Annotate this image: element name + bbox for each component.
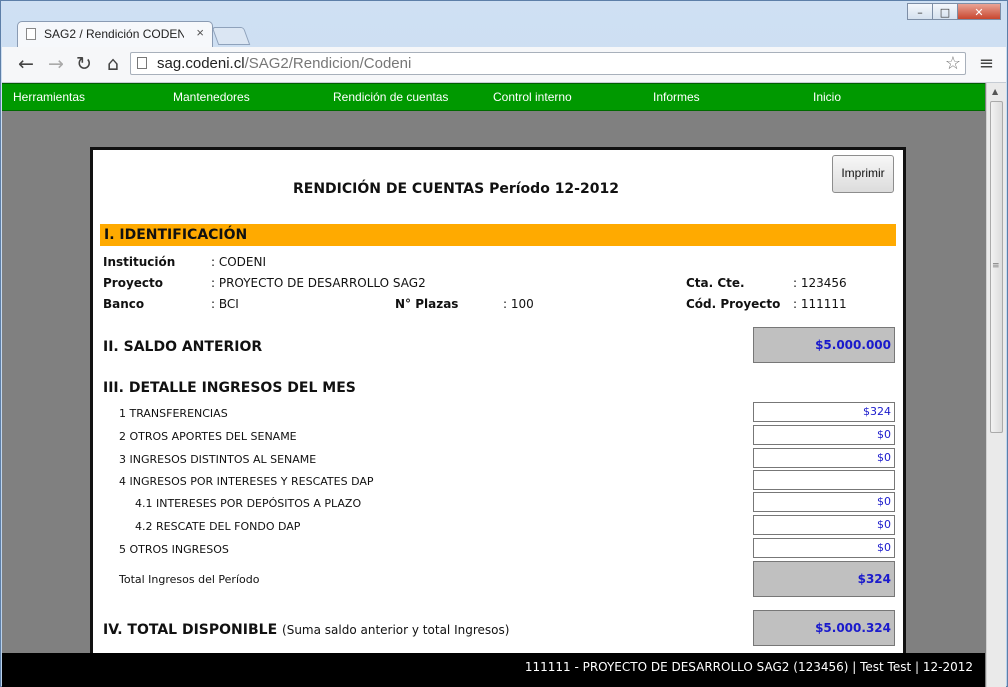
total-disponible-title: IV. TOTAL DISPONIBLE bbox=[103, 622, 278, 638]
section-identificacion-title: I. IDENTIFICACIÓN bbox=[100, 224, 896, 246]
ingreso-row-value[interactable]: $0 bbox=[753, 538, 895, 558]
report-title: RENDICIÓN DE CUENTAS Período 12-2012 bbox=[293, 181, 619, 197]
browser-toolbar: ← → ↻ ⌂ sag.codeni.cl/SAG2/Rendicion/Cod… bbox=[2, 47, 1006, 83]
cta-value: : 123456 bbox=[793, 276, 847, 290]
url-host: sag.codeni.cl bbox=[157, 55, 245, 72]
total-disponible-value: $5.000.324 bbox=[753, 610, 895, 646]
nav-item-inicio[interactable]: Inicio bbox=[813, 90, 841, 104]
nav-item-herramientas[interactable]: Herramientas bbox=[13, 90, 85, 104]
saldo-anterior-value: $5.000.000 bbox=[753, 327, 895, 363]
url-text: sag.codeni.cl/SAG2/Rendicion/Codeni bbox=[157, 53, 411, 74]
total-ingresos-label: Total Ingresos del Período bbox=[119, 573, 260, 586]
window-controls: – □ ✕ bbox=[907, 3, 1001, 20]
section-total-disponible-title: IV. TOTAL DISPONIBLE (Suma saldo anterio… bbox=[103, 622, 509, 638]
ingreso-row-label: 4.2 RESCATE DEL FONDO DAP bbox=[135, 520, 301, 533]
nav-item-informes[interactable]: Informes bbox=[653, 90, 700, 104]
ingreso-row-label: 2 OTROS APORTES DEL SENAME bbox=[119, 430, 297, 443]
ingreso-row-label: 1 TRANSFERENCIAS bbox=[119, 407, 228, 420]
footer-status-bar: 111111 - PROYECTO DE DESARROLLO SAG2 (12… bbox=[2, 653, 985, 687]
banco-value: : BCI bbox=[211, 297, 239, 311]
ingreso-row-label: 4.1 INTERESES POR DEPÓSITOS A PLAZO bbox=[135, 497, 362, 510]
ingreso-row-value[interactable]: $0 bbox=[753, 492, 895, 512]
total-disponible-subtitle: (Suma saldo anterior y total Ingresos) bbox=[282, 623, 510, 637]
page-icon bbox=[26, 28, 36, 40]
print-button[interactable]: Imprimir bbox=[832, 155, 894, 193]
ingreso-row-label: 4 INGRESOS POR INTERESES Y RESCATES DAP bbox=[119, 475, 374, 488]
page-viewport: Herramientas Mantenedores Rendición de c… bbox=[2, 83, 1006, 687]
cod-proyecto-value: : 111111 bbox=[793, 297, 847, 311]
plazas-label: N° Plazas bbox=[395, 297, 459, 311]
tab-close-icon[interactable]: × bbox=[196, 25, 204, 40]
ingreso-row-value[interactable]: $0 bbox=[753, 515, 895, 535]
institucion-label: Institución bbox=[103, 255, 176, 269]
vertical-scrollbar[interactable]: ▲ ≡ bbox=[986, 83, 1006, 687]
page-icon bbox=[137, 57, 147, 69]
banco-label: Banco bbox=[103, 297, 145, 311]
report-document: Imprimir RENDICIÓN DE CUENTAS Período 12… bbox=[90, 147, 906, 687]
section-ingresos-title: III. DETALLE INGRESOS DEL MES bbox=[103, 380, 356, 396]
section-saldo-anterior-title: II. SALDO ANTERIOR bbox=[103, 339, 263, 355]
maximize-button[interactable]: □ bbox=[932, 3, 958, 20]
minimize-button[interactable]: – bbox=[907, 3, 933, 20]
nav-item-control-interno[interactable]: Control interno bbox=[493, 90, 572, 104]
scroll-grip-icon: ≡ bbox=[992, 261, 1000, 271]
bookmark-star-icon[interactable]: ☆ bbox=[945, 53, 961, 74]
address-bar[interactable]: sag.codeni.cl/SAG2/Rendicion/Codeni ☆ bbox=[130, 52, 966, 75]
reload-icon[interactable]: ↻ bbox=[72, 53, 96, 75]
ingreso-row-label: 5 OTROS INGRESOS bbox=[119, 543, 229, 556]
close-window-button[interactable]: ✕ bbox=[957, 3, 1001, 20]
status-text: 111111 - PROYECTO DE DESARROLLO SAG2 (12… bbox=[524, 660, 973, 674]
cta-label: Cta. Cte. bbox=[686, 276, 745, 290]
ingreso-row-value[interactable] bbox=[753, 470, 895, 490]
ingreso-row-value[interactable]: $0 bbox=[753, 448, 895, 468]
ingreso-row-label: 3 INGRESOS DISTINTOS AL SENAME bbox=[119, 453, 317, 466]
top-navbar: Herramientas Mantenedores Rendición de c… bbox=[2, 83, 985, 111]
back-icon[interactable]: ← bbox=[14, 53, 38, 75]
home-icon[interactable]: ⌂ bbox=[101, 53, 125, 75]
tab-title: SAG2 / Rendición CODENI bbox=[44, 27, 184, 41]
nav-item-rendicion[interactable]: Rendición de cuentas bbox=[333, 90, 448, 104]
nav-item-mantenedores[interactable]: Mantenedores bbox=[173, 90, 250, 104]
total-ingresos-value: $324 bbox=[753, 561, 895, 597]
url-path: /SAG2/Rendicion/Codeni bbox=[244, 55, 412, 72]
scroll-up-icon[interactable]: ▲ bbox=[992, 87, 998, 96]
plazas-value: : 100 bbox=[503, 297, 534, 311]
ingreso-row-value[interactable]: $324 bbox=[753, 402, 895, 422]
proyecto-label: Proyecto bbox=[103, 276, 164, 290]
forward-icon[interactable]: → bbox=[44, 53, 68, 75]
cod-proyecto-label: Cód. Proyecto bbox=[686, 297, 781, 311]
browser-window: – □ ✕ SAG2 / Rendición CODENI × ← → ↻ ⌂ … bbox=[0, 0, 1008, 687]
browser-tab[interactable]: SAG2 / Rendición CODENI × bbox=[17, 21, 213, 47]
ingreso-row-value[interactable]: $0 bbox=[753, 425, 895, 445]
proyecto-value: : PROYECTO DE DESARROLLO SAG2 bbox=[211, 276, 426, 290]
new-tab-button[interactable] bbox=[211, 27, 251, 45]
institucion-value: : CODENI bbox=[211, 255, 267, 269]
menu-icon[interactable]: ≡ bbox=[979, 53, 994, 74]
